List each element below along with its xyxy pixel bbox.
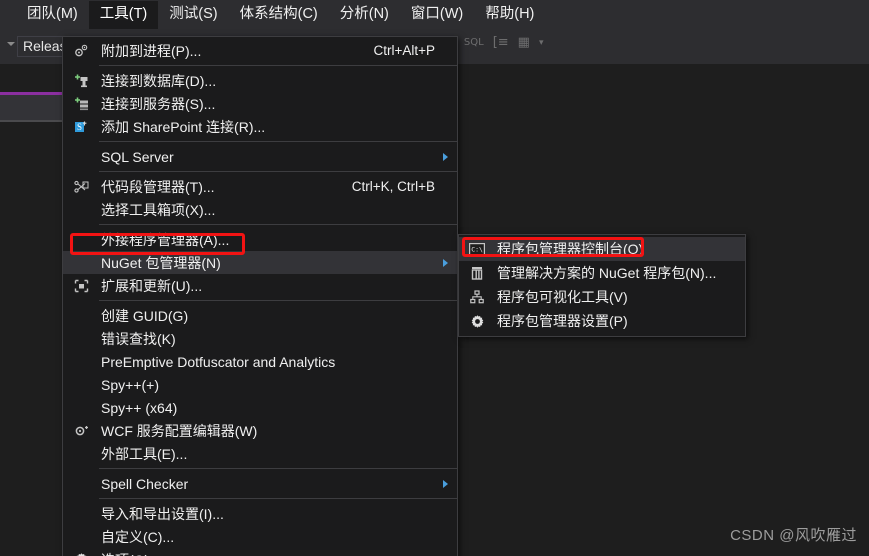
menu-item-preemptive-dotfuscator[interactable]: PreEmptive Dotfuscator and Analytics	[63, 350, 457, 373]
menu-item-connect-to-server[interactable]: 连接到服务器(S)...	[63, 92, 457, 115]
editor-tab-band	[0, 95, 62, 120]
menu-item-label: NuGet 包管理器(N)	[101, 254, 221, 271]
menubar-item-window[interactable]: 窗口(W)	[400, 1, 474, 29]
menu-item-wcf-service-config-editor[interactable]: WCF 服务配置编辑器(W)	[63, 419, 457, 442]
options-gear-icon	[67, 548, 95, 556]
menubar-item-architecture[interactable]: 体系结构(C)	[229, 1, 329, 29]
chevron-down-icon[interactable]	[7, 42, 15, 46]
menu-item-add-sharepoint-connection[interactable]: S 添加 SharePoint 连接(R)...	[63, 115, 457, 138]
menu-item-label: 选择工具箱项(X)...	[101, 201, 216, 218]
list-properties-icon[interactable]: [≡	[493, 35, 509, 50]
submenu-item-label: 程序包管理器控制台(O)	[497, 241, 644, 257]
menu-item-label: WCF 服务配置编辑器(W)	[101, 422, 258, 439]
chevron-right-icon	[443, 259, 448, 267]
chevron-right-icon	[443, 480, 448, 488]
menu-item-shortcut: Ctrl+K, Ctrl+B	[351, 179, 435, 194]
visual-studio-window: 团队(M) 工具(T) 测试(S) 体系结构(C) 分析(N) 窗口(W) 帮助…	[0, 0, 869, 556]
menu-item-error-lookup[interactable]: 错误查找(K)	[63, 327, 457, 350]
menu-item-extensions-and-updates[interactable]: 扩展和更新(U)...	[63, 274, 457, 297]
menu-item-label: Spy++(+)	[101, 376, 159, 393]
menubar-item-test[interactable]: 测试(S)	[158, 1, 228, 29]
toolbar-icon-group: ⊞ SQL [≡ ▦ ▾	[444, 35, 544, 50]
package-manager-console-icon: C:\	[463, 237, 491, 261]
menubar-item-analyze[interactable]: 分析(N)	[329, 1, 400, 29]
submenu-item-label: 程序包管理器设置(P)	[497, 313, 628, 329]
submenu-item-package-manager-console[interactable]: C:\ 程序包管理器控制台(O)	[459, 237, 745, 261]
svg-text:S: S	[77, 122, 82, 132]
menu-item-options[interactable]: 选项(O)...	[63, 548, 457, 556]
attach-process-icon	[67, 39, 95, 62]
menu-separator	[99, 65, 457, 66]
menu-item-spell-checker[interactable]: Spell Checker	[63, 472, 457, 495]
menu-item-create-guid[interactable]: 创建 GUID(G)	[63, 304, 457, 327]
submenu-item-label: 程序包可视化工具(V)	[497, 289, 628, 305]
connect-server-icon	[67, 92, 95, 115]
package-manager-settings-icon	[463, 309, 491, 333]
menu-separator	[99, 498, 457, 499]
chevron-right-icon	[443, 153, 448, 161]
menu-separator	[99, 468, 457, 469]
menu-item-label: 连接到服务器(S)...	[101, 95, 216, 112]
menu-item-label: 扩展和更新(U)...	[101, 277, 203, 294]
menu-item-label: Spell Checker	[101, 475, 189, 492]
menu-separator	[99, 224, 457, 225]
menu-item-label: 代码段管理器(T)...	[101, 178, 215, 195]
menu-item-label: 连接到数据库(D)...	[101, 72, 217, 89]
menubar-item-help[interactable]: 帮助(H)	[474, 1, 545, 29]
menu-item-label: Spy++ (x64)	[101, 399, 178, 416]
extensions-updates-icon	[67, 274, 95, 297]
menu-item-label: 选项(O)...	[101, 552, 161, 556]
sql-check-icon[interactable]: SQL	[464, 37, 484, 48]
menubar-item-tools[interactable]: 工具(T)	[88, 0, 159, 29]
menu-separator	[99, 300, 457, 301]
nuget-package-manager-submenu: C:\ 程序包管理器控制台(O) 管理解决方案的 NuGet 程序包(N)...	[458, 234, 746, 337]
menu-separator	[99, 171, 457, 172]
menu-item-choose-toolbox-items[interactable]: 选择工具箱项(X)...	[63, 198, 457, 221]
editor-tab-band-edge	[0, 120, 62, 122]
table-grid-icon[interactable]: ▦	[518, 35, 530, 50]
menu-item-label: 附加到进程(P)...	[101, 42, 202, 59]
code-snippet-icon	[67, 175, 95, 198]
overflow-chevron-icon[interactable]: ▾	[539, 38, 544, 48]
menu-item-label: 错误查找(K)	[101, 330, 176, 347]
submenu-item-package-manager-settings[interactable]: 程序包管理器设置(P)	[459, 309, 745, 333]
menu-item-label: 导入和导出设置(I)...	[101, 505, 224, 522]
manage-nuget-packages-icon	[463, 261, 491, 285]
menu-item-sql-server[interactable]: SQL Server	[63, 145, 457, 168]
submenu-item-package-visualizer[interactable]: 程序包可视化工具(V)	[459, 285, 745, 309]
menu-item-label: 创建 GUID(G)	[101, 307, 189, 324]
submenu-item-label: 管理解决方案的 NuGet 程序包(N)...	[497, 265, 717, 281]
menu-item-label: 外部工具(E)...	[101, 445, 188, 462]
menu-item-import-export-settings[interactable]: 导入和导出设置(I)...	[63, 502, 457, 525]
menu-item-spy-plus-plus-x64[interactable]: Spy++ (x64)	[63, 396, 457, 419]
sharepoint-connection-icon: S	[67, 115, 95, 138]
tools-dropdown-menu: 附加到进程(P)... Ctrl+Alt+P 连接到数据库(D)... 连接到服…	[62, 36, 458, 556]
menu-bar: 团队(M) 工具(T) 测试(S) 体系结构(C) 分析(N) 窗口(W) 帮助…	[0, 0, 869, 29]
wcf-config-editor-icon	[67, 419, 95, 442]
menu-item-label: PreEmptive Dotfuscator and Analytics	[101, 353, 336, 370]
menu-item-shortcut: Ctrl+Alt+P	[373, 43, 435, 58]
package-visualizer-icon	[463, 285, 491, 309]
menu-item-label: 外接程序管理器(A)...	[101, 231, 230, 248]
menu-item-nuget-package-manager[interactable]: NuGet 包管理器(N)	[63, 251, 457, 274]
svg-text:C:\: C:\	[471, 245, 483, 253]
menu-item-external-tools[interactable]: 外部工具(E)...	[63, 442, 457, 465]
menu-item-connect-to-database[interactable]: 连接到数据库(D)...	[63, 69, 457, 92]
menu-item-spy-plus-plus[interactable]: Spy++(+)	[63, 373, 457, 396]
connect-database-icon	[67, 69, 95, 92]
menu-item-add-in-manager[interactable]: 外接程序管理器(A)...	[63, 228, 457, 251]
menu-item-attach-to-process[interactable]: 附加到进程(P)... Ctrl+Alt+P	[63, 39, 457, 62]
menu-item-label: 自定义(C)...	[101, 528, 175, 545]
submenu-item-manage-nuget-packages-for-solution[interactable]: 管理解决方案的 NuGet 程序包(N)...	[459, 261, 745, 285]
menubar-item-team[interactable]: 团队(M)	[16, 1, 89, 29]
menu-item-label: 添加 SharePoint 连接(R)...	[101, 118, 266, 135]
watermark-text: CSDN @风吹雁过	[730, 527, 857, 544]
menu-separator	[99, 141, 457, 142]
menu-item-label: SQL Server	[101, 148, 174, 165]
menu-item-customize[interactable]: 自定义(C)...	[63, 525, 457, 548]
menu-item-code-snippets-manager[interactable]: 代码段管理器(T)... Ctrl+K, Ctrl+B	[63, 175, 457, 198]
